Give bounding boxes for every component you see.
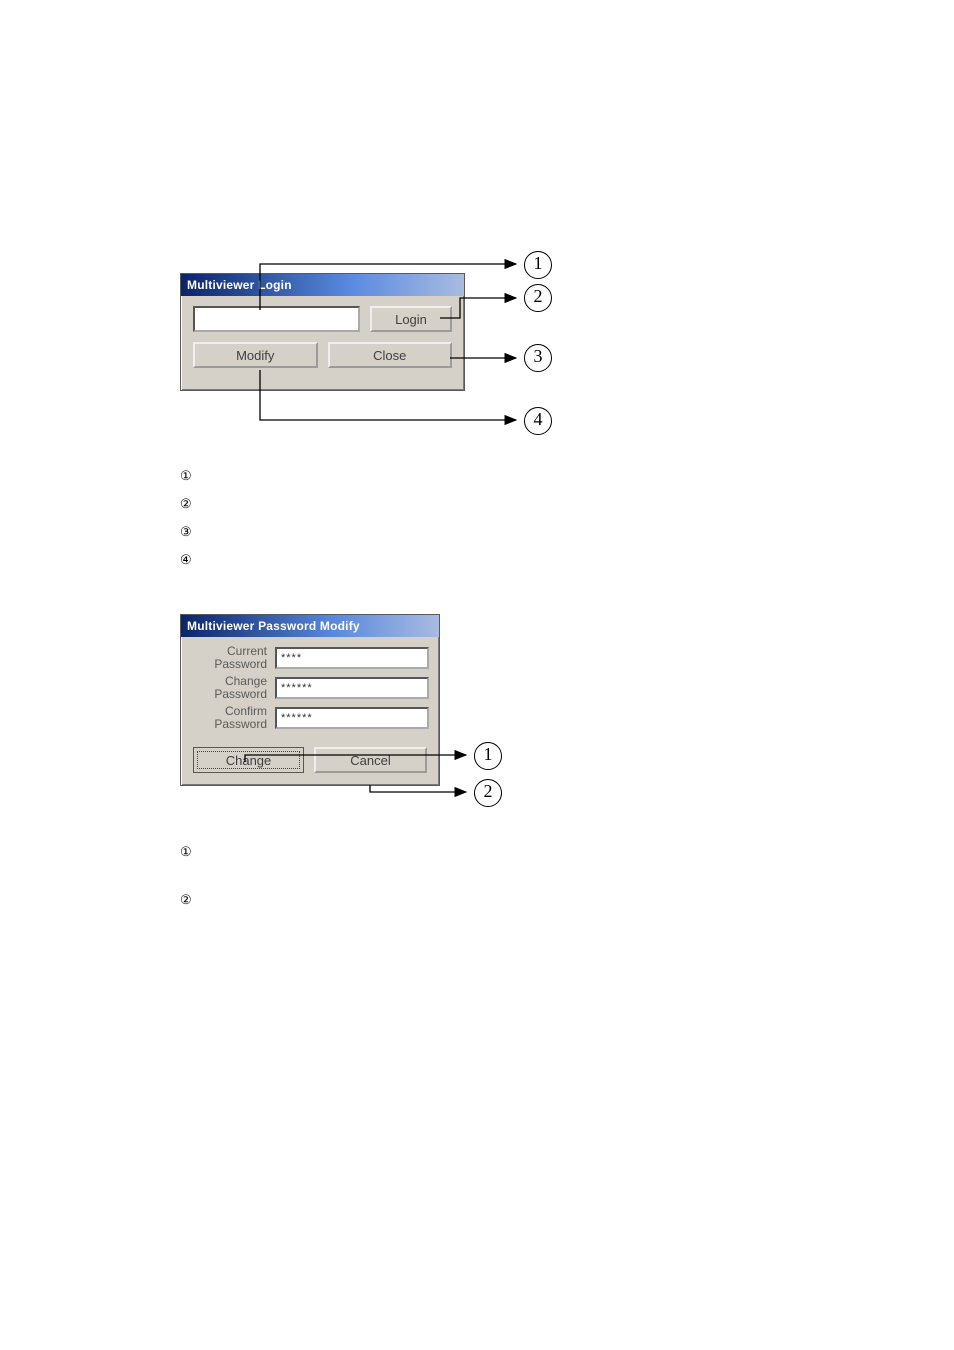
current-password-row: CurrentPassword [181,637,439,671]
confirm-password-label: ConfirmPassword [181,705,275,731]
password-modify-titlebar: Multiviewer Password Modify [181,615,439,637]
legend-item: ④ [180,546,198,574]
login-dialog-titlebar: Multiviewer Login [181,274,464,296]
login-dialog-title: Multiviewer Login [187,278,292,292]
callout2-circle-1: 1 [474,742,502,770]
login-button[interactable]: Login [370,306,452,332]
legend-item: ② [180,490,198,518]
change-password-row: ChangePassword [181,671,439,701]
login-row-buttons: Modify Close [193,342,452,368]
callout-circle-4: 4 [524,407,552,435]
legend-list-2: ① ② [180,828,198,924]
login-dialog: Multiviewer Login Login Modify Close [180,273,465,391]
callout2-circle-2: 2 [474,779,502,807]
legend-item: ① [180,828,198,876]
change-password-input[interactable] [275,677,429,699]
callout-circle-2: 2 [524,284,552,312]
confirm-password-row: ConfirmPassword [181,701,439,731]
legend-item: ① [180,462,198,490]
change-password-label: ChangePassword [181,675,275,701]
legend-item: ② [180,876,198,924]
legend-item: ③ [180,518,198,546]
page: Multiviewer Login Login Modify Close 1 2… [0,0,954,1350]
password-modify-buttons: Change Cancel [181,731,439,785]
callout-circle-3: 3 [524,344,552,372]
callout-circle-1: 1 [524,251,552,279]
login-dialog-body: Login Modify Close [181,296,464,390]
change-button[interactable]: Change [193,747,304,773]
confirm-password-input[interactable] [275,707,429,729]
cancel-button[interactable]: Cancel [314,747,427,773]
callout-lines [0,0,954,1350]
password-modify-title: Multiviewer Password Modify [187,619,360,633]
legend-list-1: ① ② ③ ④ [180,462,198,574]
current-password-label: CurrentPassword [181,645,275,671]
password-modify-dialog: Multiviewer Password Modify CurrentPassw… [180,614,440,786]
close-button[interactable]: Close [328,342,453,368]
current-password-input[interactable] [275,647,429,669]
login-row-input: Login [193,306,452,332]
modify-button[interactable]: Modify [193,342,318,368]
login-password-input[interactable] [193,306,360,332]
